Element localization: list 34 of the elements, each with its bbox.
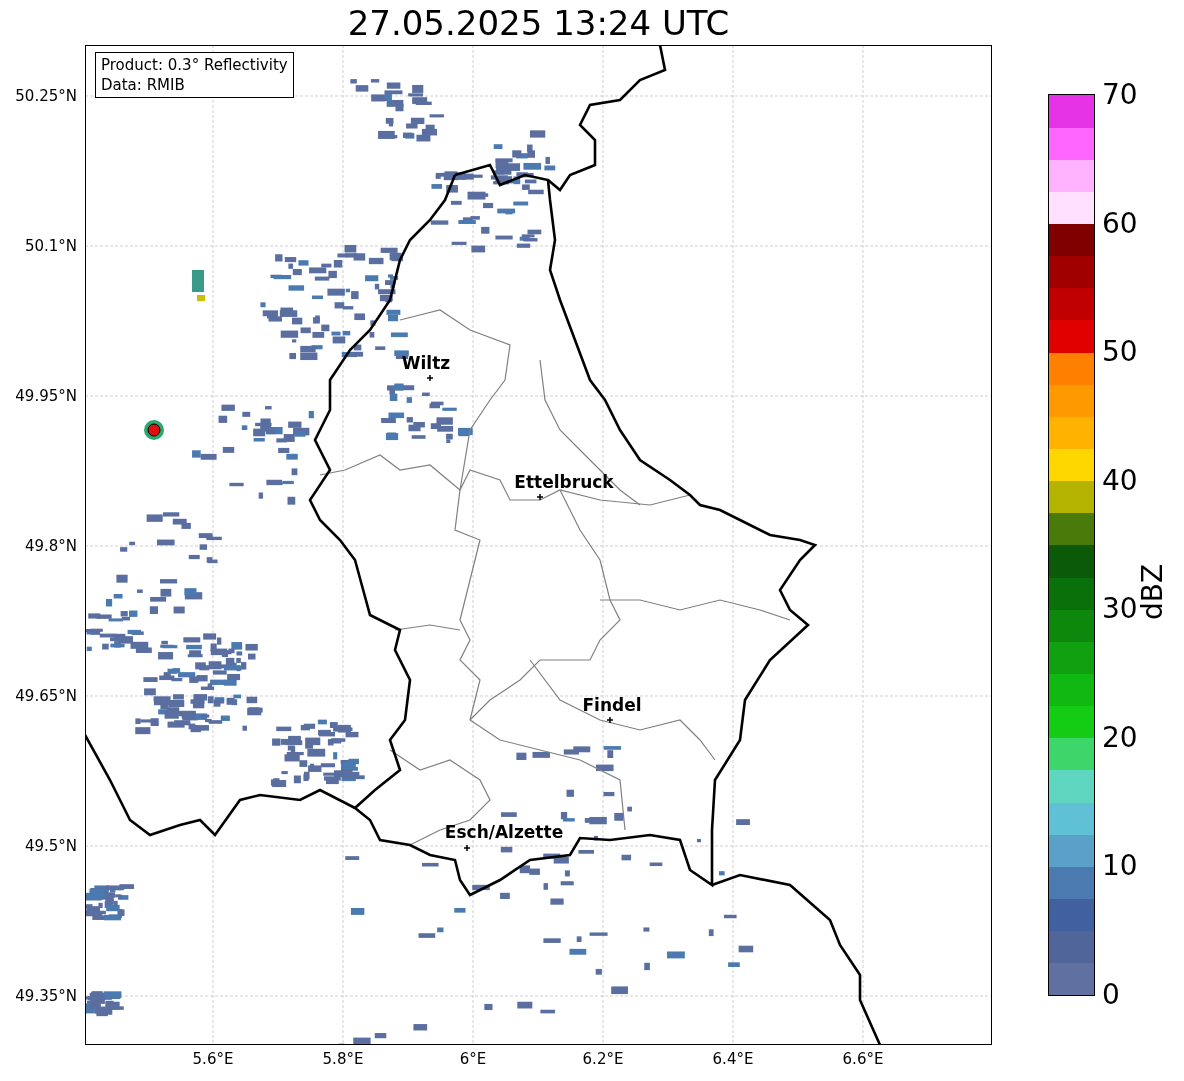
lon-tick-label: 6.6°E (842, 1050, 884, 1068)
lat-tick-label: 50.25°N (15, 87, 77, 105)
lat-tick-label: 49.35°N (15, 987, 77, 1005)
city-marker (463, 844, 471, 852)
city-marker (426, 374, 434, 382)
city-label: Esch/Alzette (444, 821, 564, 843)
city-label: Wiltz (401, 352, 451, 374)
lat-tick-label: 49.65°N (15, 687, 77, 705)
lat-tick-label: 50.1°N (24, 237, 77, 255)
city-marker (606, 716, 614, 724)
lat-tick-label: 49.95°N (15, 387, 77, 405)
lon-tick-label: 6°E (459, 1050, 487, 1068)
lon-tick-label: 6.2°E (582, 1050, 624, 1068)
colorbar-tick-label: 20 (1102, 720, 1138, 755)
colorbar-tick-label: 10 (1102, 849, 1138, 884)
city-label: Ettelbruck (514, 471, 614, 493)
info-text: Product: 0.3° Reflectivity (101, 55, 288, 75)
colorbar-tick-label: 50 (1102, 335, 1138, 370)
city-label: Findel (582, 694, 642, 716)
lat-tick-label: 49.5°N (24, 837, 77, 855)
colorbar-tick-label: 30 (1102, 592, 1138, 627)
city-marker (536, 493, 544, 501)
colorbar-tick-label: 60 (1102, 206, 1138, 241)
colorbar-tick-label: 0 (1102, 978, 1120, 1012)
chart-title: 27.05.2025 13:24 UTC (347, 2, 730, 43)
lon-tick-label: 5.8°E (322, 1050, 364, 1068)
info-text: Data: RMIB (101, 75, 186, 95)
lon-tick-label: 5.6°E (192, 1050, 234, 1068)
colorbar-label: dBZ (1136, 563, 1171, 621)
lat-tick-label: 49.8°N (24, 537, 77, 555)
colorbar-tick-label: 70 (1102, 78, 1138, 112)
lon-tick-label: 6.4°E (712, 1050, 754, 1068)
colorbar-tick-label: 40 (1102, 463, 1138, 498)
radar-site-icon (144, 420, 164, 440)
